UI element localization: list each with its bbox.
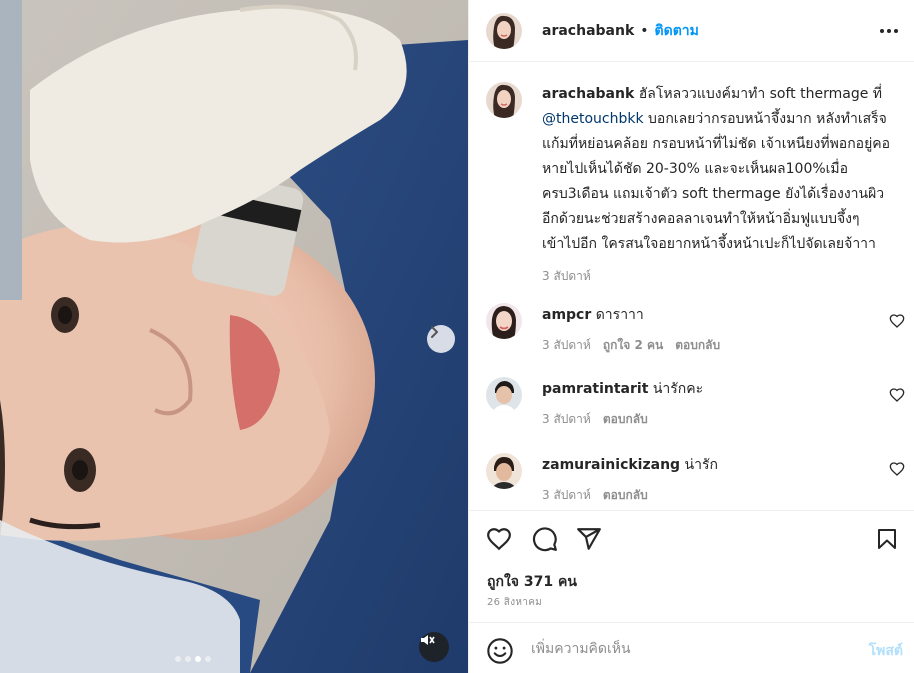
heart-icon[interactable] [889,313,905,329]
reply-button[interactable]: ตอบกลับ [603,486,648,505]
caption-username[interactable]: arachabank [542,86,634,102]
commenter-avatar[interactable] [486,303,522,339]
comment-username[interactable]: pamratintarit [542,381,648,397]
comment-time[interactable]: 3 สัปดาห์ [542,410,591,429]
save-icon [878,529,896,549]
likes-count[interactable]: ถูกใจ 371 คน [487,571,577,593]
author-username[interactable]: arachabank [542,23,634,39]
caption-avatar[interactable] [486,82,522,118]
post-date[interactable]: 26 สิงหาคม [487,595,542,610]
comment-username[interactable]: ampcr [542,307,591,323]
caption: arachabank ฮัลโหลววแบงค์มาทำ soft therma… [486,82,897,286]
comment-button[interactable] [531,525,559,553]
post-actions: ถูกใจ 371 คน 26 สิงหาคม [469,510,914,622]
emoji-icon[interactable] [486,637,514,665]
commenter-avatar[interactable] [486,377,522,413]
mute-icon [421,635,435,645]
comment-item: zamurainickizang น่ารัก 3 สัปดาห์ ตอบกลั… [486,453,897,505]
share-button[interactable] [575,525,603,553]
carousel-dot [185,656,191,662]
caption-text: arachabank ฮัลโหลววแบงค์มาทำ soft therma… [542,82,897,257]
post-header: arachabank • ติดตาม [469,0,914,62]
comment-username[interactable]: zamurainickizang [542,457,680,473]
more-options-button[interactable] [877,19,901,43]
comment-composer: โพสต์ [469,622,914,673]
comment-time[interactable]: 3 สัปดาห์ [542,336,591,355]
commenter-avatar[interactable] [486,453,522,489]
share-icon [577,528,601,550]
post-comment-button[interactable]: โพสต์ [869,640,903,662]
author-avatar[interactable] [486,12,522,49]
post-sidebar: arachabank • ติดตาม arachabank ฮัลโหลววแ… [468,0,914,673]
reply-button[interactable]: ตอบกลับ [603,410,648,429]
post-media[interactable] [0,0,468,673]
more-icon [880,29,898,33]
heart-icon [487,528,511,551]
caption-mention[interactable]: @thetouchbkk [542,111,644,127]
chevron-right-icon [431,326,438,338]
comment-time[interactable]: 3 สัปดาห์ [542,486,591,505]
mute-button[interactable] [419,632,449,662]
comment-input[interactable] [531,636,831,662]
comments-section[interactable]: arachabank ฮัลโหลววแบงค์มาทำ soft therma… [469,63,914,510]
carousel-dot [175,656,181,662]
carousel-dot [205,656,211,662]
comment-item: pamratintarit น่ารักคะ 3 สัปดาห์ ตอบกลับ [486,377,897,429]
carousel-dot [195,656,201,662]
caption-text-part1: ฮัลโหลววแบงค์มาทำ soft thermage ที่ [634,86,882,102]
comment-text: น่ารัก [684,457,718,473]
follow-button[interactable]: ติดตาม [655,20,699,42]
comment-icon [533,527,557,552]
reply-button[interactable]: ตอบกลับ [675,336,720,355]
carousel-indicator [175,656,211,662]
comment-text: น่ารักคะ [652,381,704,397]
comment-likes[interactable]: ถูกใจ 2 คน [603,336,663,355]
post-photo [0,0,468,673]
heart-icon[interactable] [889,387,905,403]
caption-time[interactable]: 3 สัปดาห์ [542,267,591,286]
comment-text: ดาราาา [595,307,644,323]
save-button[interactable] [873,525,901,553]
heart-icon[interactable] [889,461,905,477]
caption-text-part2: บอกเลยว่ากรอบหน้าจึ้งมาก หลังทำเสร็จแก้ม… [542,111,891,252]
like-button[interactable] [485,525,513,553]
carousel-next-button[interactable] [427,325,455,353]
comment-item: ampcr ดาราาา 3 สัปดาห์ ถูกใจ 2 คน ตอบกลั… [486,303,897,355]
header-separator: • [640,22,649,39]
instagram-post: arachabank • ติดตาม arachabank ฮัลโหลววแ… [0,0,914,673]
